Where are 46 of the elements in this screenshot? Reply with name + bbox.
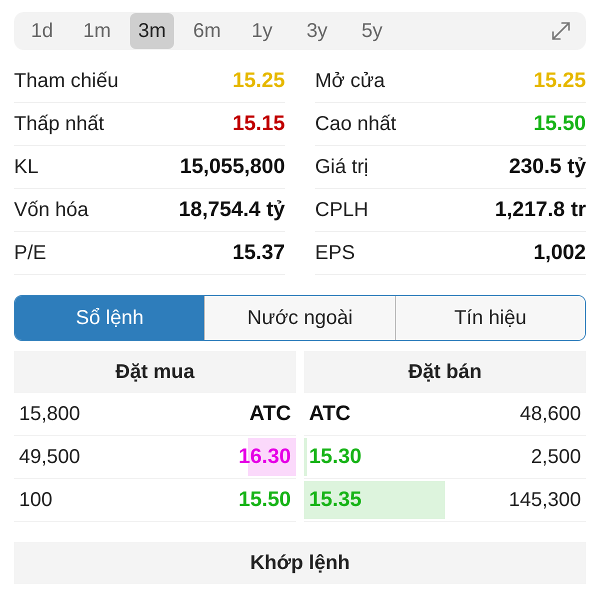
- sell-volume: 145,300: [508, 488, 581, 512]
- stat-value: 15,055,800: [180, 155, 285, 179]
- stat-value: 18,754.4 tỷ: [178, 198, 285, 222]
- stat-label: EPS: [315, 242, 356, 264]
- stat-label: Vốn hóa: [14, 198, 89, 222]
- buy-price: 15.50: [238, 488, 291, 512]
- buy-price: ATC: [249, 402, 291, 426]
- sell-volume: 48,600: [520, 402, 581, 426]
- sell-price: 15.35: [309, 488, 362, 512]
- stat-label: Cao nhất: [315, 112, 396, 136]
- column-header: Đặt mua: [14, 351, 296, 393]
- expand-icon[interactable]: [550, 20, 572, 42]
- sell-volume: 2,500: [530, 446, 581, 468]
- stat-label: Giá trị: [315, 156, 368, 178]
- stat-value: 15.50: [533, 112, 586, 136]
- stat-value: 15.15: [232, 112, 285, 136]
- sell-price: 15.30: [309, 445, 362, 469]
- buy-price: 16.30: [238, 445, 291, 469]
- stat-label: KL: [14, 156, 38, 178]
- period-tab[interactable]: 3m: [130, 13, 174, 49]
- stat-label: Mở cửa: [315, 70, 385, 92]
- stat-value: 230.5 tỷ: [508, 155, 586, 179]
- stat-value: 15.37: [232, 241, 285, 265]
- stat-value: 15.25: [232, 69, 285, 93]
- stat-value: 1,217.8 tr: [494, 198, 586, 222]
- period-tab[interactable]: 1m: [75, 13, 119, 49]
- tab[interactable]: Nước ngoài: [204, 296, 395, 340]
- stat-label: P/E: [14, 242, 46, 264]
- tab[interactable]: Tín hiệu: [394, 296, 585, 340]
- stat-label: Tham chiếu: [14, 70, 118, 92]
- period-tab[interactable]: 3y: [295, 13, 339, 49]
- section-header: Khớp lệnh: [14, 542, 586, 584]
- period-tab[interactable]: 5y: [350, 13, 394, 49]
- period-tab[interactable]: 1d: [20, 13, 64, 49]
- stat-value: 1,002: [533, 241, 586, 265]
- stat-label: Thấp nhất: [14, 112, 104, 136]
- stat-label: CPLH: [315, 198, 368, 222]
- tab[interactable]: Sổ lệnh: [15, 296, 204, 340]
- period-tab[interactable]: 1y: [240, 13, 284, 49]
- period-tab[interactable]: 6m: [185, 13, 229, 49]
- stat-value: 15.25: [533, 69, 586, 93]
- column-header: Đặt bán: [304, 351, 586, 393]
- buy-volume: 49,500: [19, 446, 80, 468]
- sell-price: ATC: [309, 402, 351, 426]
- buy-volume: 100: [19, 488, 52, 512]
- buy-volume: 15,800: [19, 402, 80, 426]
